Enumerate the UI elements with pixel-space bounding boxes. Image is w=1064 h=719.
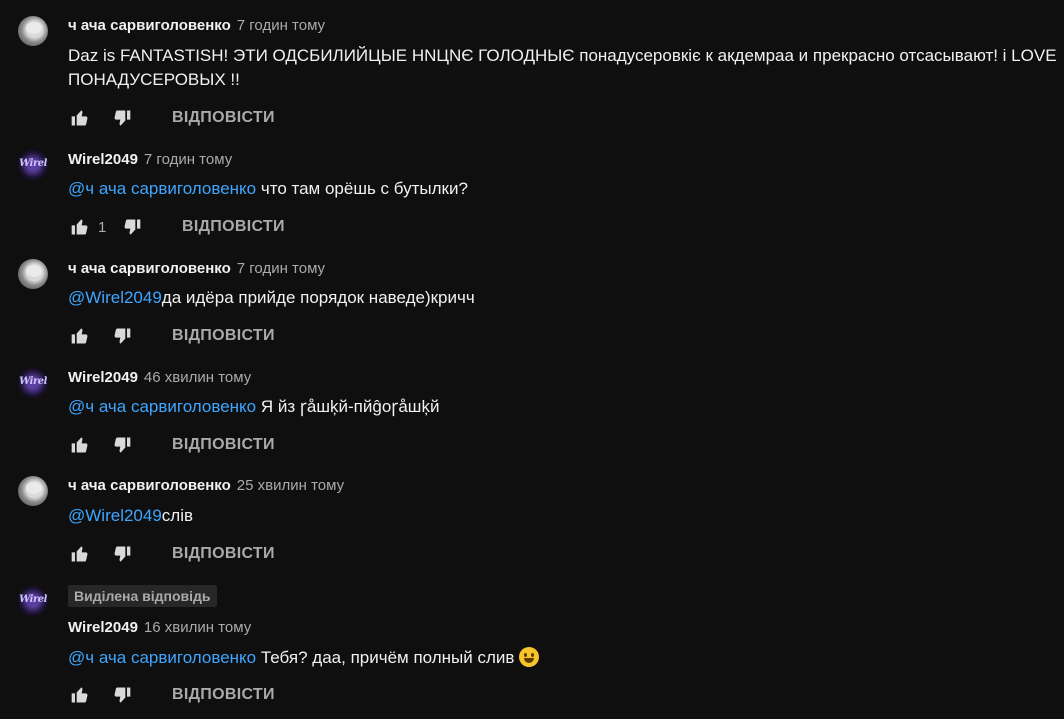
reply-button[interactable]: ВІДПОВІСТИ [172,686,275,704]
like-icon[interactable] [68,106,92,130]
avatar[interactable] [18,16,48,46]
comment-header: ч ача сарвиголовенко 7 годин тому [68,260,325,278]
like-icon[interactable] [68,324,92,348]
comment-header: ч ача сарвиголовенко 25 хвилин тому [68,477,344,495]
like-count: 1 [98,218,107,236]
comment-text: @Wirel2049да идёра прийде порядок наведе… [68,286,1058,310]
comment-time[interactable]: 16 хвилин тому [144,619,251,636]
mention-link[interactable]: @Wirel2049 [68,506,162,525]
dislike-icon[interactable] [120,215,144,239]
dislike-icon[interactable] [110,324,134,348]
comment-time[interactable]: 7 годин тому [237,260,325,277]
comment-actions: ВІДПОВІСТИ [68,542,275,566]
comment-header: Wirel2049 7 годин тому [68,151,232,169]
author-name[interactable]: Wirel2049 [68,369,138,386]
dislike-icon[interactable] [110,542,134,566]
dislike-icon[interactable] [110,683,134,707]
mention-link[interactable]: @ч ача сарвиголовенко [68,648,256,667]
mention-link[interactable]: @ч ача сарвиголовенко [68,397,256,416]
comment-header: Wirel2049 46 хвилин тому [68,369,251,387]
reply-button[interactable]: ВІДПОВІСТИ [172,109,275,127]
comment-text: Daz is FANTASTISH! ЭТИ ОДСБИЛИЙЦЫЕ HNЦNЄ… [68,46,1057,89]
author-name[interactable]: ч ача сарвиголовенко [68,477,231,494]
dislike-icon[interactable] [110,106,134,130]
dislike-icon[interactable] [110,433,134,457]
reply-button[interactable]: ВІДПОВІСТИ [172,436,275,454]
mention-link[interactable]: @ч ача сарвиголовенко [68,179,256,198]
avatar[interactable]: Wirel [18,586,48,616]
grinning-face-emoji-icon [519,647,540,667]
mention-link[interactable]: @Wirel2049 [68,288,162,307]
comment-body: Я йз ꞅåшķй-пйĝоꞅåшķй [256,397,440,416]
comment-actions: ВІДПОВІСТИ [68,324,275,348]
comment-body: слів [161,506,194,525]
comment-actions: 1 ВІДПОВІСТИ [68,215,285,239]
like-icon[interactable] [68,542,92,566]
comment-text: @ч ача сарвиголовенко Я йз ꞅåшķй-пйĝоꞅåш… [68,395,1058,419]
comment-header: ч ача сарвиголовенко 7 годин тому [68,17,325,35]
comment-actions: ВІДПОВІСТИ [68,106,275,130]
author-name[interactable]: ч ача сарвиголовенко [68,17,231,34]
author-name[interactable]: Wirel2049 [68,619,138,636]
comment-text: @ч ача сарвиголовенко что там орёшь с бу… [68,177,1058,201]
avatar[interactable] [18,259,48,289]
comment-time[interactable]: 7 годин тому [144,151,232,168]
avatar[interactable]: Wirel [18,368,48,398]
reply-button[interactable]: ВІДПОВІСТИ [172,545,275,563]
comment-body: Тебя? даа, причём полный слив [256,648,520,667]
highlighted-reply-badge: Виділена відповідь [68,585,217,607]
like-icon[interactable] [68,215,92,239]
avatar[interactable]: Wirel [18,150,48,180]
reply-button[interactable]: ВІДПОВІСТИ [172,327,275,345]
author-name[interactable]: ч ача сарвиголовенко [68,260,231,277]
comment-body: что там орёшь с бутылки? [256,179,468,198]
comment-text: @ч ача сарвиголовенко Тебя? даа, причём … [68,646,1058,670]
comment-actions: ВІДПОВІСТИ [68,683,275,707]
comment-body: да идёра прийде порядок наведе)кричч [161,288,475,307]
like-icon[interactable] [68,683,92,707]
comment-time[interactable]: 7 годин тому [237,17,325,34]
comment-time[interactable]: 46 хвилин тому [144,369,251,386]
reply-button[interactable]: ВІДПОВІСТИ [182,218,285,236]
like-icon[interactable] [68,433,92,457]
comment-actions: ВІДПОВІСТИ [68,433,275,457]
comment-time[interactable]: 25 хвилин тому [237,477,344,494]
comment-header: Wirel2049 16 хвилин тому [68,619,251,637]
comment-text: @Wirel2049слів [68,504,1058,528]
author-name[interactable]: Wirel2049 [68,151,138,168]
avatar[interactable] [18,476,48,506]
